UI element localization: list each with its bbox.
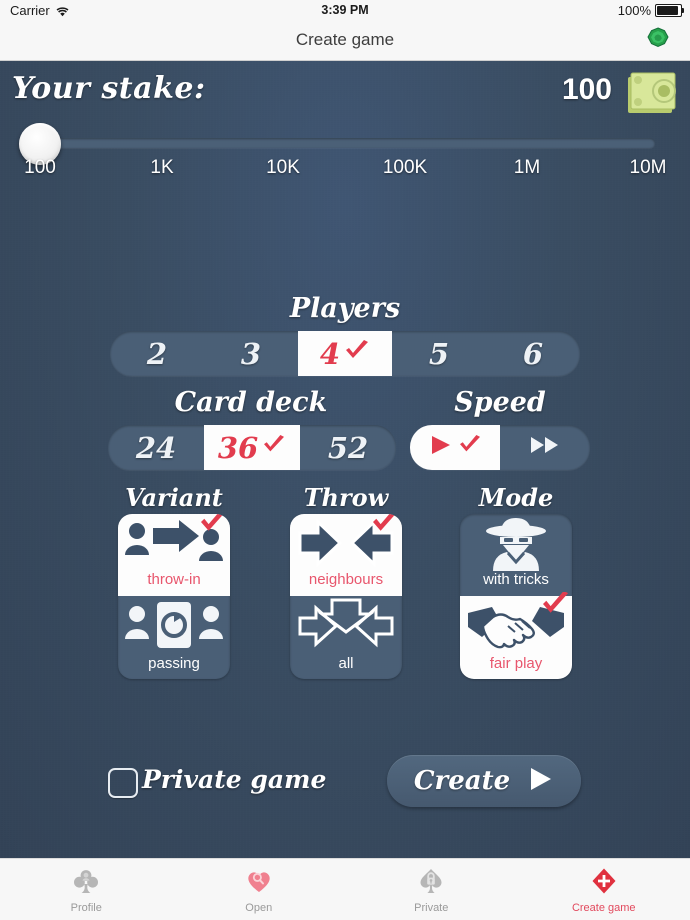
slider-tick-5: 10M (629, 157, 667, 178)
status-bar-right: 100% (617, 2, 684, 18)
slider-tick-1: 1K (150, 157, 174, 178)
mode-option-label: fair play (489, 655, 543, 672)
mode-group: Mode with tricks fair play (460, 483, 572, 679)
speed-option-normal[interactable] (410, 425, 500, 470)
card-deck-option-24[interactable]: 24 (108, 425, 204, 470)
bandit-icon (473, 514, 559, 572)
fast-forward-icon (525, 433, 565, 462)
battery-icon (655, 3, 684, 17)
battery-percent-label: 100% (617, 2, 651, 18)
checkmark-icon (344, 340, 370, 367)
players-option-5[interactable]: 5 (392, 331, 486, 376)
card-deck-option-label: 36 (217, 430, 259, 465)
checkmark-icon (458, 435, 482, 460)
checkmark-icon (262, 435, 286, 460)
tab-create-game[interactable]: Create game (518, 859, 690, 920)
status-bar: Carrier 3:39 PM 100% (0, 0, 690, 20)
throw-title: Throw (303, 483, 389, 512)
play-arrow-icon (526, 765, 554, 798)
slider-tick-4: 1M (513, 157, 541, 178)
card-deck-segmented-control[interactable]: 24 36 52 (108, 425, 396, 470)
mode-option-fair-play[interactable]: fair play (460, 590, 572, 679)
mode-option-label: with tricks (483, 571, 549, 588)
card-deck-option-36[interactable]: 36 (204, 425, 300, 470)
variant-option-throw-in[interactable]: throw-in (118, 514, 230, 596)
throw-options[interactable]: neighbours all (290, 514, 402, 679)
players-option-6[interactable]: 6 (486, 331, 580, 376)
tab-open[interactable]: Open (173, 859, 346, 920)
heart-search-icon (245, 867, 273, 900)
players-option-label: 3 (240, 336, 262, 371)
throw-option-label: neighbours (308, 571, 384, 588)
slider-track[interactable] (22, 138, 655, 148)
page-title: Create game (295, 30, 395, 49)
tab-private[interactable]: Private (345, 859, 518, 920)
slider-tick-0: 100 (24, 157, 56, 178)
play-icon (428, 433, 454, 462)
speed-title: Speed (454, 387, 546, 418)
tab-bar: Profile Open Private Create game (0, 858, 690, 920)
create-button[interactable]: Create (387, 755, 581, 807)
status-bar-time: 3:39 PM (321, 3, 369, 17)
diamond-plus-icon (590, 867, 618, 900)
players-option-2[interactable]: 2 (110, 331, 204, 376)
checkmark-icon (198, 514, 228, 539)
variant-option-label: throw-in (147, 571, 201, 588)
card-deck-option-52[interactable]: 52 (300, 425, 396, 470)
slider-tick-labels: 100 1K 10K 100K 1M 10M (0, 157, 690, 185)
players-option-label: 6 (522, 336, 544, 371)
tab-label: Create game (571, 901, 636, 914)
throw-option-all[interactable]: all (290, 596, 402, 679)
tab-label: Private (414, 901, 449, 914)
checkmark-icon (540, 590, 570, 621)
speed-segmented-control[interactable] (410, 425, 590, 470)
card-deck-option-label: 24 (135, 430, 177, 465)
tab-label: Profile (70, 901, 102, 914)
players-segmented-control[interactable]: 2 3 4 5 6 (110, 331, 580, 376)
mode-title: Mode (478, 483, 554, 512)
slider-tick-3: 100K (382, 157, 428, 178)
checkmark-icon (370, 514, 400, 539)
private-game-checkbox[interactable] (108, 768, 138, 798)
money-stack-icon (622, 67, 682, 123)
speed-option-fast[interactable] (500, 425, 590, 470)
passing-icon (123, 596, 225, 656)
app-root: Carrier 3:39 PM 100% Create game Your st… (0, 0, 690, 920)
private-game-label: Private game (142, 765, 327, 794)
spade-lock-icon (417, 867, 445, 900)
throw-option-neighbours[interactable]: neighbours (290, 514, 402, 596)
main-panel: Your stake: 100 100 1K 10K 100K 1M 10M P… (0, 61, 690, 858)
variant-options[interactable]: throw-in passing (118, 514, 230, 679)
variant-option-passing[interactable]: passing (118, 596, 230, 679)
nav-bar: Create game (0, 20, 690, 61)
all-arrows-icon (296, 596, 396, 656)
mode-option-with-tricks[interactable]: with tricks (460, 514, 572, 596)
slider-tick-2: 10K (266, 157, 300, 178)
card-deck-option-label: 52 (327, 430, 369, 465)
players-option-label: 2 (146, 336, 168, 371)
tab-profile[interactable]: Profile (0, 859, 173, 920)
players-option-4[interactable]: 4 (298, 331, 392, 376)
players-title: Players (289, 293, 401, 324)
tab-label: Open (245, 901, 273, 914)
gem-icon[interactable] (644, 26, 672, 54)
card-deck-title: Card deck (174, 387, 328, 418)
players-option-label: 4 (319, 336, 341, 371)
throw-group: Throw neighbours all (290, 483, 402, 679)
players-option-label: 5 (428, 336, 450, 371)
throw-option-label: all (338, 655, 354, 672)
variant-title: Variant (125, 483, 223, 512)
mode-options[interactable]: with tricks fair play (460, 514, 572, 679)
stake-value: 100 (561, 73, 612, 106)
variant-option-label: passing (148, 655, 200, 672)
create-button-label: Create (413, 766, 511, 796)
variant-group: Variant throw-in passing (118, 483, 230, 679)
stake-label: Your stake: (12, 71, 206, 106)
club-profile-icon (72, 867, 100, 900)
players-option-3[interactable]: 3 (204, 331, 298, 376)
